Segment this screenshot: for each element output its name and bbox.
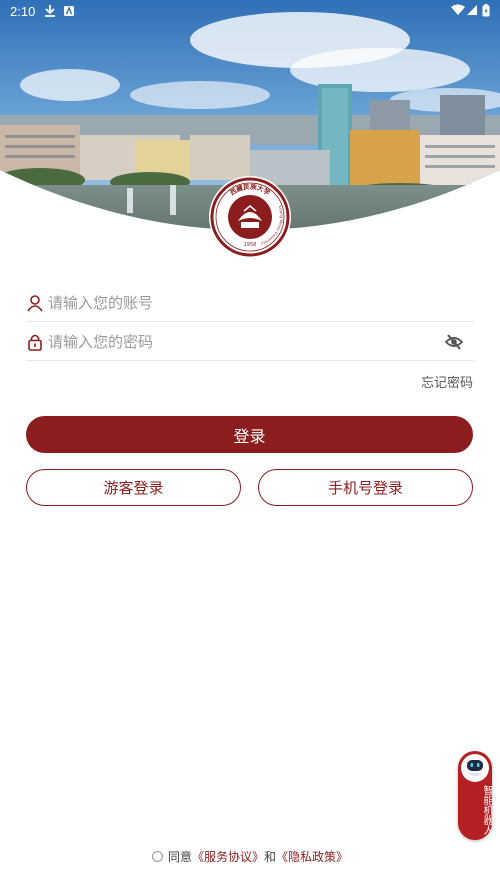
user-icon [26, 294, 44, 312]
lock-icon [26, 333, 44, 351]
phone-login-button[interactable]: 手机号登录 [258, 469, 473, 506]
agree-and: 和 [264, 850, 277, 864]
wifi-icon [451, 4, 465, 20]
university-emblem: 西藏民族大学 Xizang Minzu University 1958 [208, 175, 292, 259]
emblem-year: 1958 [244, 242, 257, 248]
agreement-row: 同意《服务协议》和《隐私政策》 [0, 848, 500, 865]
status-bar: 2:10 [0, 0, 500, 24]
eye-off-icon[interactable] [444, 333, 464, 351]
password-field [26, 323, 474, 361]
robot-icon [460, 753, 490, 783]
battery-icon [482, 4, 490, 21]
download-icon [44, 4, 56, 22]
service-agreement-link[interactable]: 《服务协议》 [192, 850, 264, 864]
password-input[interactable] [48, 327, 448, 357]
login-button[interactable]: 登录 [26, 416, 473, 453]
signal-icon [466, 4, 478, 20]
account-input[interactable] [48, 288, 448, 318]
guest-login-button[interactable]: 游客登录 [26, 469, 241, 506]
app-notification-icon [63, 4, 75, 22]
robot-label: 智能机器人 [481, 785, 492, 835]
agree-radio[interactable] [151, 851, 163, 862]
account-field [26, 284, 474, 322]
privacy-policy-link[interactable]: 《隐私政策》 [276, 850, 348, 864]
smart-robot-button[interactable]: 智能机器人 [458, 751, 492, 840]
status-time: 2:10 [10, 4, 36, 19]
forgot-password-link[interactable]: 忘记密码 [421, 372, 473, 391]
agree-prefix: 同意 [167, 850, 192, 864]
